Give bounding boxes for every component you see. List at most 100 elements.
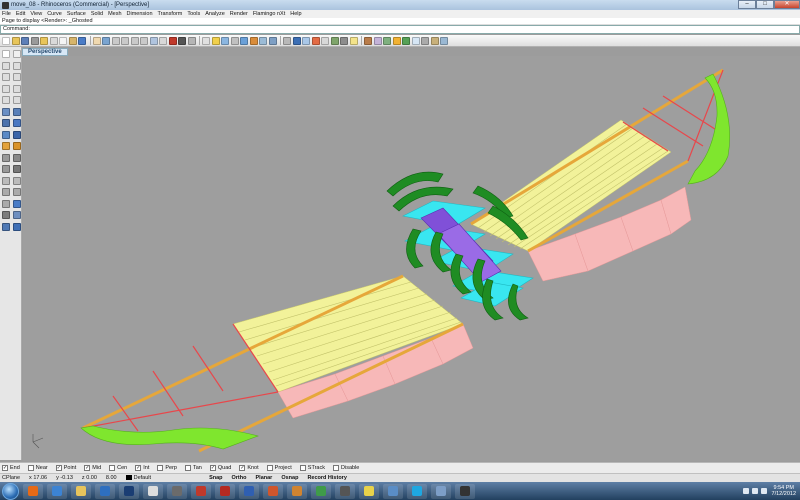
osnap-checkbox[interactable]: ✓: [239, 465, 246, 471]
folder-task-button[interactable]: [71, 483, 91, 499]
mirror-icon[interactable]: [2, 199, 10, 208]
plant-icon[interactable]: [402, 36, 410, 45]
osnap-checkbox[interactable]: ✓: [135, 465, 142, 471]
sketchup-task-button[interactable]: [191, 483, 211, 499]
boolean-icon[interactable]: [13, 130, 21, 139]
ground-plane-icon[interactable]: [383, 36, 391, 45]
osnap-cen[interactable]: Cen: [109, 465, 127, 471]
osnap-tan[interactable]: Tan: [184, 465, 202, 471]
new-icon[interactable]: [2, 36, 10, 45]
camera-app-task-button[interactable]: [455, 483, 475, 499]
osnap-perp[interactable]: Perp: [157, 465, 177, 471]
osnap-checkbox[interactable]: [109, 465, 116, 471]
split-icon[interactable]: [2, 153, 10, 162]
firefox-task-button[interactable]: [23, 483, 43, 499]
tray-flag-icon[interactable]: [742, 488, 749, 494]
rhino-app-icon[interactable]: [2, 1, 9, 9]
cut-icon[interactable]: [49, 36, 58, 45]
circle-icon[interactable]: [2, 73, 10, 81]
ellipse-icon[interactable]: [2, 84, 10, 93]
unity-task-button[interactable]: [143, 483, 163, 499]
analyze-icon[interactable]: [2, 222, 10, 231]
options-icon[interactable]: [283, 36, 291, 45]
tray-volume-icon[interactable]: [760, 488, 767, 494]
zoom-icon[interactable]: [111, 36, 120, 45]
osnap-checkbox[interactable]: [266, 465, 273, 471]
menu-solid[interactable]: Solid: [91, 11, 103, 17]
current-layer[interactable]: Default: [125, 475, 160, 481]
scale-icon[interactable]: [13, 188, 21, 196]
box-icon[interactable]: [2, 119, 10, 127]
freeform-icon[interactable]: [13, 96, 21, 104]
osnap-end[interactable]: ✓ End: [2, 465, 20, 471]
word-task-button[interactable]: [239, 483, 259, 499]
polygon-icon[interactable]: [2, 96, 10, 104]
light-icon[interactable]: [349, 36, 358, 45]
cloud-icon[interactable]: [411, 36, 420, 45]
fillet-icon[interactable]: [2, 142, 10, 150]
surface-corner-icon[interactable]: [2, 107, 10, 116]
menu-transform[interactable]: Transform: [158, 11, 183, 17]
decal-icon[interactable]: [373, 36, 382, 45]
sphere-icon[interactable]: [13, 119, 21, 127]
menu-file[interactable]: File: [2, 11, 11, 17]
zoom-selected-icon[interactable]: [140, 36, 148, 45]
curve-icon[interactable]: [13, 61, 21, 70]
trim-icon[interactable]: [13, 142, 21, 150]
library-icon[interactable]: [430, 36, 439, 45]
clock[interactable]: 9:54 PM 7/12/2012: [772, 485, 796, 497]
osnap-disable[interactable]: Disable: [333, 465, 359, 471]
select-arrow-icon[interactable]: [2, 50, 10, 58]
mesh-icon[interactable]: [2, 130, 10, 139]
osnap-mid[interactable]: ✓ Mid: [84, 465, 101, 471]
osnap-strack[interactable]: STrack: [299, 465, 325, 471]
settings-icon[interactable]: [421, 36, 429, 45]
explorer-task-button[interactable]: [47, 483, 67, 499]
osnap-checkbox[interactable]: [333, 465, 339, 471]
move-icon[interactable]: [2, 176, 10, 185]
inkscape-task-button[interactable]: [335, 483, 355, 499]
flamingo-icon[interactable]: [311, 36, 320, 45]
maximize-button[interactable]: □: [756, 0, 774, 9]
close-button[interactable]: ✕: [774, 0, 800, 9]
copy-object-icon[interactable]: [13, 176, 21, 185]
text-icon[interactable]: [13, 211, 21, 219]
minimize-button[interactable]: –: [738, 0, 756, 9]
osnap-checkbox[interactable]: [157, 465, 164, 471]
point-icon[interactable]: [13, 50, 21, 58]
osnap-checkbox[interactable]: ✓: [55, 465, 62, 471]
layers-icon[interactable]: [221, 36, 229, 45]
sun-icon[interactable]: [392, 36, 401, 45]
rectangle-icon[interactable]: [13, 84, 21, 93]
rotate-icon[interactable]: [2, 188, 10, 196]
car-icon[interactable]: [168, 36, 177, 45]
batch-render-icon[interactable]: [440, 36, 448, 45]
pane-snap[interactable]: Snap: [209, 475, 222, 481]
skype-task-button[interactable]: [407, 483, 427, 499]
surface-icon[interactable]: [302, 36, 310, 45]
pane-ortho[interactable]: Ortho: [232, 475, 247, 481]
menu-help[interactable]: Help: [290, 11, 301, 17]
save-icon[interactable]: [21, 36, 29, 45]
osnap-checkbox[interactable]: ✓: [209, 465, 216, 471]
illustrator-task-button[interactable]: [287, 483, 307, 499]
copy-icon[interactable]: [59, 36, 67, 45]
menu-dimension[interactable]: Dimension: [127, 11, 153, 17]
undo-icon[interactable]: [78, 36, 86, 45]
four-viewports-icon[interactable]: [159, 36, 167, 45]
grid-icon[interactable]: [187, 36, 196, 45]
osnap-checkbox[interactable]: ✓: [2, 465, 8, 471]
menu-render[interactable]: Render: [230, 11, 248, 17]
sticky-notes-task-button[interactable]: [359, 483, 379, 499]
material-icon[interactable]: [249, 36, 258, 45]
osnap-checkbox[interactable]: [299, 465, 306, 471]
paste-icon[interactable]: [68, 36, 77, 45]
osnap-int[interactable]: ✓ Int: [135, 465, 149, 471]
chrome-task-button[interactable]: [311, 483, 331, 499]
mail-task-button[interactable]: [383, 483, 403, 499]
menu-flamingo-nxt[interactable]: Flamingo nXt: [253, 11, 285, 17]
pan-icon[interactable]: [92, 36, 101, 45]
osnap-checkbox[interactable]: ✓: [84, 465, 91, 471]
camera-icon[interactable]: [340, 36, 348, 45]
render-icon[interactable]: [321, 36, 329, 45]
